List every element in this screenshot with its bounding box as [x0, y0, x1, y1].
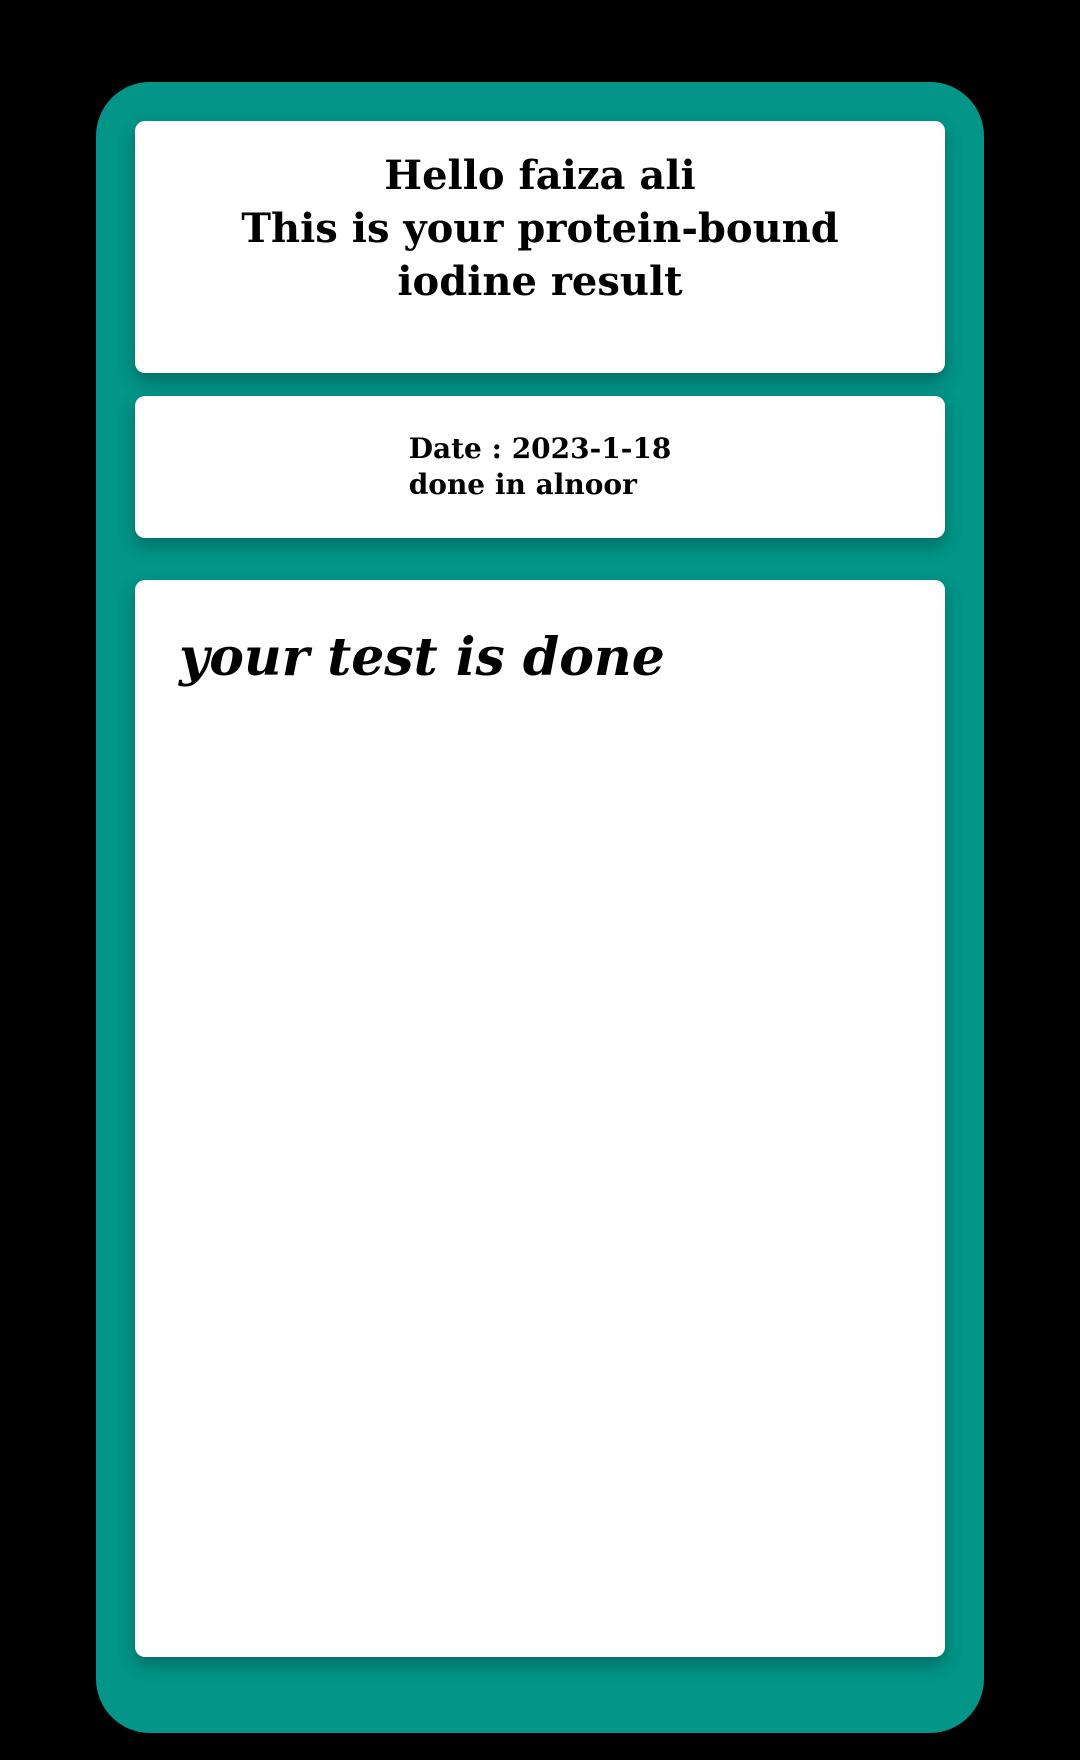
greeting-text: Hello faiza ali	[384, 152, 696, 199]
page-title: Hello faiza ali This is your protein-bou…	[160, 149, 920, 373]
test-info: Date : 2023-1-18 done in alnoor	[409, 431, 672, 503]
header-card: Hello faiza ali This is your protein-bou…	[135, 121, 945, 373]
result-card: your test is done	[135, 580, 945, 1657]
result-message: your test is done	[179, 627, 665, 688]
test-title-line-2: iodine result	[397, 258, 683, 305]
result-frame: Hello faiza ali This is your protein-bou…	[96, 82, 984, 1733]
location-text: done in alnoor	[408, 468, 637, 501]
date-text: Date : 2023-1-18	[408, 432, 672, 465]
test-title-line: This is your protein-bound	[241, 205, 839, 252]
info-card: Date : 2023-1-18 done in alnoor	[135, 396, 945, 538]
